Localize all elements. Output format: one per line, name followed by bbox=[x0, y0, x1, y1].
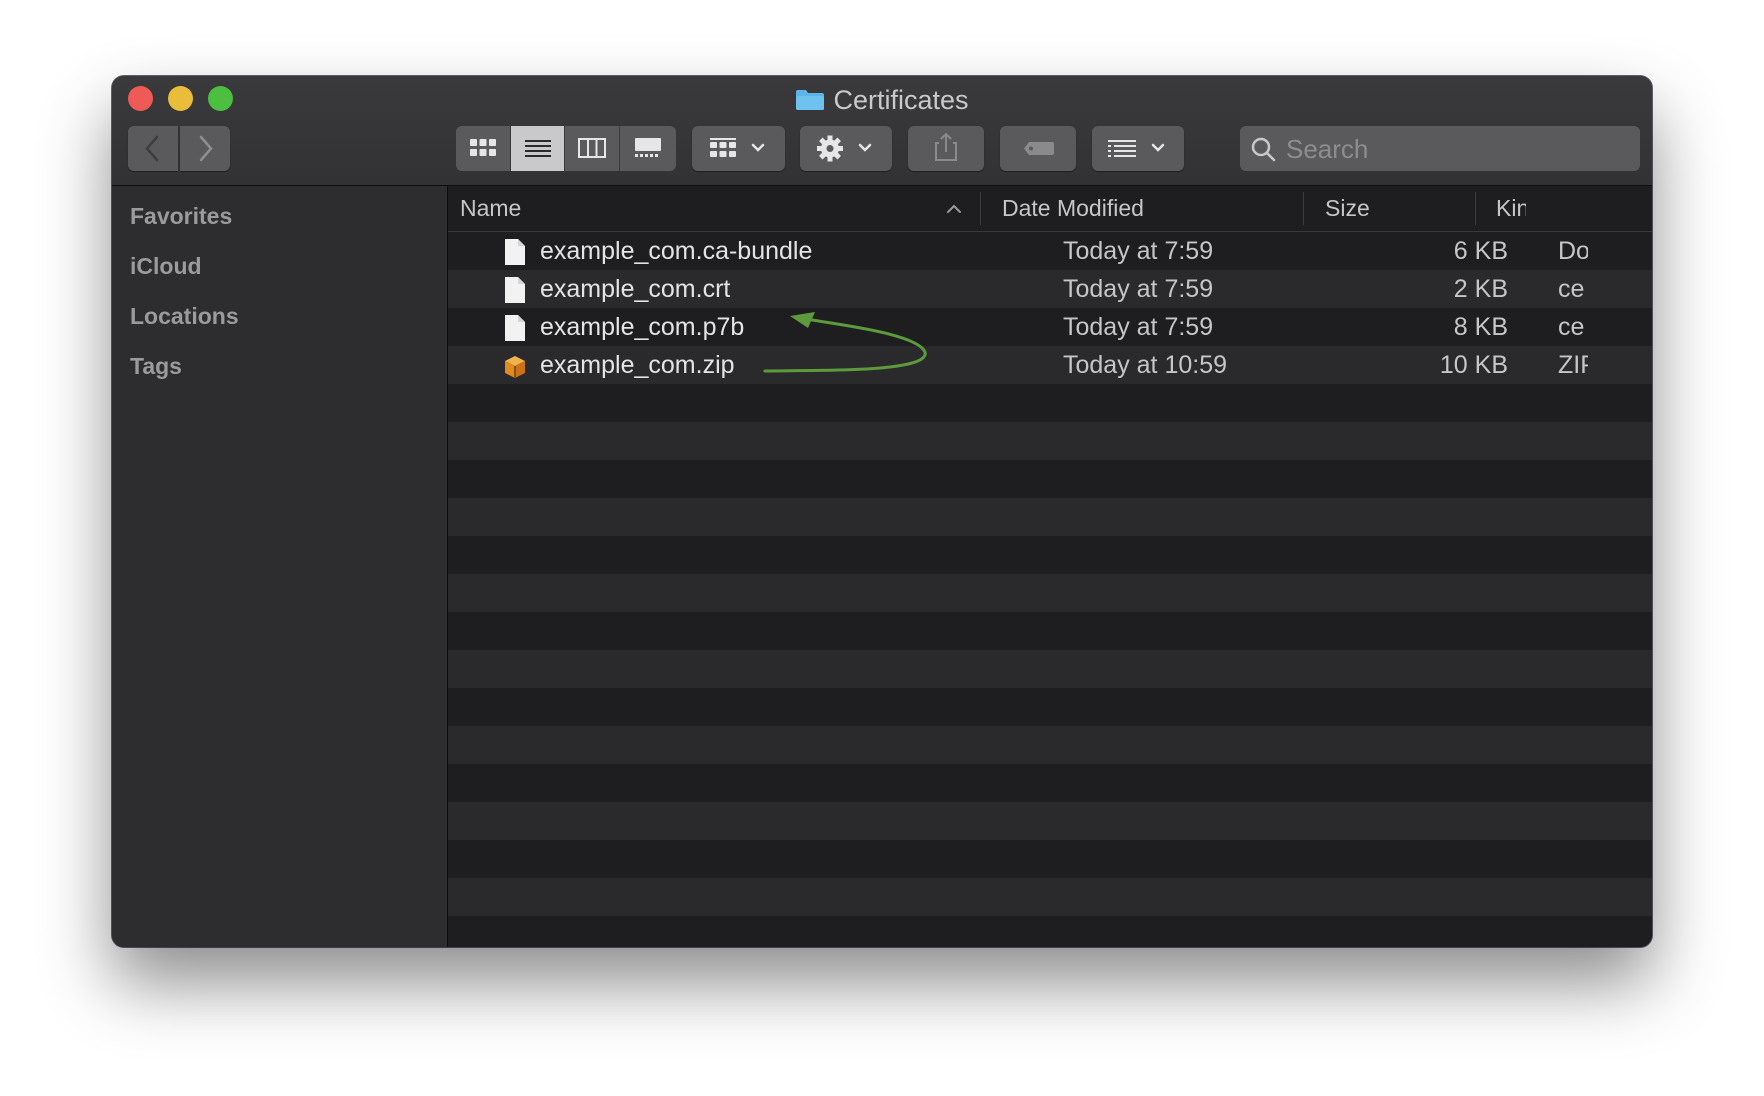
file-kind: ce bbox=[1558, 313, 1585, 341]
share-button[interactable] bbox=[908, 126, 984, 171]
gallery-icon bbox=[634, 138, 661, 157]
column-header-kind[interactable]: Kin bbox=[1496, 186, 1526, 231]
group-grid-icon bbox=[710, 138, 765, 157]
sidebar: Favorites iCloud Locations Tags bbox=[112, 186, 448, 947]
sidebar-section-tags[interactable]: Tags bbox=[130, 353, 182, 380]
finder-window: Certificates Search Favorites iCloud Loc… bbox=[112, 76, 1652, 947]
columns-icon bbox=[578, 138, 606, 158]
file-list: Name Date Modified Size Kin example_com.… bbox=[448, 186, 1652, 947]
column-header-name[interactable]: Name bbox=[460, 186, 960, 231]
file-date-modified: Today at 7:59 bbox=[1063, 237, 1214, 265]
search-icon bbox=[1251, 137, 1276, 162]
file-kind: ce bbox=[1558, 275, 1585, 303]
forward-button[interactable] bbox=[180, 126, 230, 171]
sort-ascending-icon bbox=[947, 204, 961, 213]
file-row[interactable]: example_com.crt Today at 7:59 2 KB ce bbox=[448, 270, 1652, 308]
share-icon bbox=[935, 132, 957, 161]
file-date-modified: Today at 10:59 bbox=[1063, 351, 1228, 379]
gallery-view-button[interactable] bbox=[619, 126, 676, 171]
back-button[interactable] bbox=[128, 126, 178, 171]
icon-view-button[interactable] bbox=[456, 126, 511, 171]
arrange-button[interactable] bbox=[1092, 126, 1184, 171]
chevron-left-icon bbox=[145, 135, 159, 162]
document-icon bbox=[505, 277, 525, 303]
sidebar-section-favorites[interactable]: Favorites bbox=[130, 203, 232, 230]
tag-icon bbox=[1024, 142, 1054, 155]
view-mode-control bbox=[456, 126, 676, 171]
search-input[interactable] bbox=[1284, 126, 1628, 173]
file-size: 8 KB bbox=[1453, 313, 1508, 341]
column-view-button[interactable] bbox=[565, 126, 620, 171]
column-divider[interactable] bbox=[1475, 192, 1476, 225]
file-date-modified: Today at 7:59 bbox=[1063, 275, 1214, 303]
sidebar-section-icloud[interactable]: iCloud bbox=[130, 253, 202, 280]
file-rows: example_com.ca-bundle Today at 7:59 6 KB… bbox=[448, 232, 1652, 947]
chevron-right-icon bbox=[199, 135, 213, 162]
file-row[interactable]: example_com.zip Today at 10:59 10 KB ZIP bbox=[448, 346, 1652, 384]
file-name: example_com.ca-bundle bbox=[540, 237, 813, 265]
file-row[interactable]: example_com.p7b Today at 7:59 8 KB ce bbox=[448, 308, 1652, 346]
gear-icon bbox=[817, 135, 872, 162]
file-kind: ZIP bbox=[1558, 351, 1588, 379]
file-name: example_com.zip bbox=[540, 351, 735, 379]
document-icon bbox=[505, 315, 525, 341]
group-button[interactable] bbox=[692, 126, 785, 171]
file-row[interactable]: example_com.ca-bundle Today at 7:59 6 KB… bbox=[448, 232, 1652, 270]
column-divider[interactable] bbox=[1303, 192, 1304, 225]
sidebar-section-locations[interactable]: Locations bbox=[130, 303, 239, 330]
list-view-button[interactable] bbox=[510, 126, 565, 171]
titlebar: Certificates bbox=[112, 76, 1652, 186]
search-field[interactable] bbox=[1240, 126, 1640, 173]
column-header-row: Name Date Modified Size Kin bbox=[448, 186, 1652, 232]
file-date-modified: Today at 7:59 bbox=[1063, 313, 1214, 341]
grid-icon bbox=[470, 139, 496, 156]
list-icon bbox=[524, 140, 551, 157]
window-title-text: Certificates bbox=[833, 85, 969, 115]
column-divider[interactable] bbox=[980, 192, 981, 225]
file-size: 2 KB bbox=[1453, 275, 1508, 303]
file-name: example_com.crt bbox=[540, 275, 731, 303]
window-title: Certificates bbox=[112, 84, 1652, 116]
file-size: 6 KB bbox=[1453, 237, 1508, 265]
folder-icon bbox=[795, 89, 825, 111]
column-header-size[interactable]: Size bbox=[1325, 186, 1370, 231]
file-name: example_com.p7b bbox=[540, 313, 745, 341]
zip-archive-icon bbox=[505, 356, 525, 378]
arrange-icon bbox=[1108, 140, 1165, 157]
tags-button[interactable] bbox=[1000, 126, 1076, 171]
file-kind: Do bbox=[1558, 237, 1588, 265]
column-header-date-modified[interactable]: Date Modified bbox=[1002, 186, 1144, 231]
action-button[interactable] bbox=[800, 126, 892, 171]
file-size: 10 KB bbox=[1439, 351, 1508, 379]
document-icon bbox=[505, 239, 525, 265]
